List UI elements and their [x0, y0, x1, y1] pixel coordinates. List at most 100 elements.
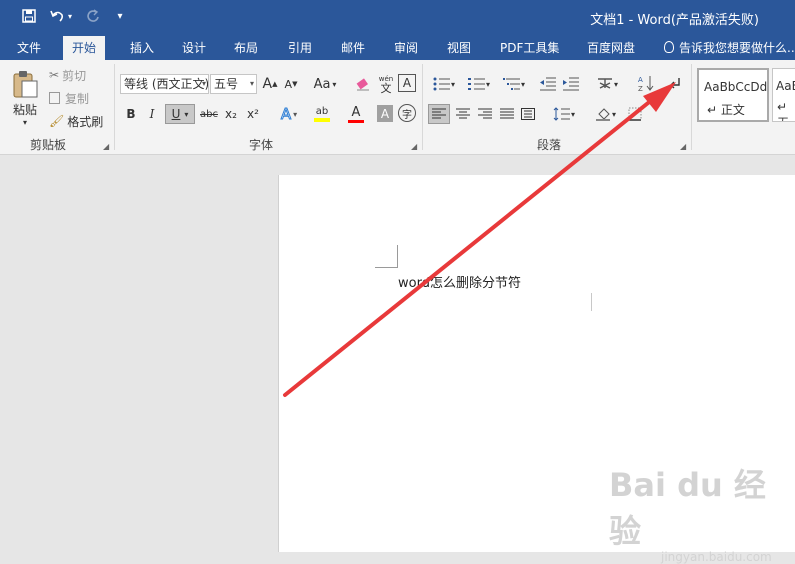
- borders-icon: [628, 107, 642, 121]
- highlight-color-button[interactable]: ab: [307, 104, 337, 124]
- sort-icon: AZ: [638, 76, 654, 92]
- redo-button[interactable]: [82, 4, 104, 28]
- shrink-font-icon: A: [284, 77, 293, 91]
- tab-layout[interactable]: 布局: [234, 39, 258, 56]
- align-left-button[interactable]: [428, 104, 450, 124]
- paragraph-launcher-icon[interactable]: ◢: [680, 142, 686, 151]
- chinese-layout-button[interactable]: ▾: [592, 74, 622, 94]
- customize-toolbar-button[interactable]: ▾: [112, 4, 128, 28]
- pinyin-bottom: 文: [380, 82, 392, 95]
- show-hide-marks-button[interactable]: [664, 72, 686, 94]
- style-no-spacing[interactable]: AaB ↵ 无: [772, 68, 795, 122]
- distributed-icon: [521, 108, 535, 120]
- bold-icon: B: [126, 107, 136, 121]
- chevron-down-icon: ▾: [293, 109, 298, 119]
- shading-button[interactable]: ▾: [591, 104, 621, 124]
- clear-formatting-button[interactable]: [354, 74, 372, 94]
- character-border-icon: A: [402, 76, 412, 90]
- bold-button[interactable]: B: [124, 104, 138, 124]
- tab-review[interactable]: 审阅: [394, 39, 418, 56]
- chevron-down-icon: ▾: [613, 79, 618, 89]
- font-color-icon: A: [351, 104, 361, 120]
- borders-button[interactable]: [624, 104, 646, 124]
- font-color-button[interactable]: A: [341, 104, 371, 124]
- tab-design[interactable]: 设计: [182, 39, 206, 56]
- sort-button[interactable]: AZ: [636, 72, 656, 94]
- paste-label: 粘贴: [12, 103, 37, 117]
- change-case-label: Aa: [313, 76, 331, 92]
- tab-baidu-netdisk[interactable]: 百度网盘: [587, 39, 635, 56]
- baidu-watermark: Bai du 经验 jingyan.baidu.com: [609, 460, 795, 564]
- paintbrush-icon: 🖌: [49, 114, 65, 128]
- paste-button[interactable]: 粘贴 ▾: [6, 66, 44, 130]
- tab-file[interactable]: 文件: [17, 39, 41, 56]
- tab-insert[interactable]: 插入: [130, 39, 154, 56]
- lightbulb-icon: [664, 41, 674, 53]
- text-effects-button[interactable]: A ▾: [275, 104, 303, 124]
- style-preview: AaB: [776, 79, 795, 93]
- group-divider: [691, 64, 692, 150]
- format-painter-button[interactable]: 🖌 格式刷: [49, 112, 103, 130]
- tab-references[interactable]: 引用: [288, 39, 312, 56]
- style-normal[interactable]: AaBbCcDd ↵ 正文: [697, 68, 769, 122]
- document-text[interactable]: word怎么删除分节符: [398, 272, 521, 291]
- enclose-characters-icon: 字: [402, 109, 412, 121]
- italic-button[interactable]: I: [145, 104, 159, 124]
- justify-button[interactable]: [497, 104, 517, 124]
- document-page[interactable]: word怎么删除分节符 Bai du 经验 jingyan.baidu.com: [278, 175, 795, 564]
- undo-button[interactable]: ▾: [46, 4, 76, 28]
- font-size-value: 五号: [214, 77, 239, 91]
- tell-me-box[interactable]: 告诉我您想要做什么...: [664, 39, 795, 56]
- tab-pdf-tools[interactable]: PDF工具集: [500, 39, 559, 56]
- clipboard-group-label: 剪贴板: [30, 138, 67, 152]
- decrease-indent-button[interactable]: [538, 74, 558, 94]
- tab-home[interactable]: 开始: [63, 36, 106, 60]
- paste-dropdown-icon: ▾: [22, 118, 27, 127]
- chevron-down-icon: ▾: [201, 79, 206, 88]
- undo-dropdown-icon[interactable]: ▾: [68, 12, 72, 21]
- cut-button[interactable]: ✂ 剪切: [49, 66, 86, 84]
- change-case-button[interactable]: Aa ▾: [309, 74, 341, 94]
- chevron-down-icon: ▾: [611, 109, 616, 119]
- subscript-button[interactable]: x₂: [223, 104, 239, 124]
- chevron-down-icon: ▾: [117, 10, 123, 22]
- copy-button[interactable]: 复制: [49, 89, 89, 107]
- align-center-icon: [456, 108, 470, 119]
- phonetic-guide-button[interactable]: wén 文: [376, 72, 396, 96]
- chevron-down-icon: ▾: [520, 79, 525, 89]
- increase-indent-button[interactable]: [561, 74, 581, 94]
- superscript-button[interactable]: x²: [245, 104, 261, 124]
- chevron-down-icon: ▾: [332, 79, 337, 89]
- text-effects-icon: A: [280, 105, 292, 124]
- align-right-icon: [478, 108, 492, 119]
- format-painter-label: 格式刷: [67, 114, 104, 129]
- enclose-characters-button[interactable]: 字: [398, 104, 416, 122]
- line-spacing-icon: [553, 107, 570, 121]
- multilevel-list-button[interactable]: ▾: [498, 74, 530, 94]
- multilevel-list-icon: [502, 78, 520, 90]
- line-spacing-button[interactable]: ▾: [548, 104, 580, 124]
- character-border-button[interactable]: A: [398, 74, 416, 92]
- underline-button[interactable]: U ▾: [165, 104, 195, 124]
- bullets-button[interactable]: ▾: [428, 74, 460, 94]
- font-name-combo[interactable]: 等线 (西文正文) ▾: [120, 74, 209, 94]
- align-right-button[interactable]: [475, 104, 495, 124]
- font-size-combo[interactable]: 五号 ▾: [210, 74, 257, 94]
- copy-label: 复制: [65, 91, 90, 106]
- paint-bucket-icon: [595, 108, 610, 121]
- font-launcher-icon[interactable]: ◢: [411, 142, 417, 151]
- align-center-button[interactable]: [453, 104, 473, 124]
- tab-view[interactable]: 视图: [447, 39, 471, 56]
- style-label: ↵ 正文: [707, 103, 745, 117]
- strikethrough-button[interactable]: abc: [199, 104, 219, 124]
- subscript-icon: x₂: [225, 107, 237, 121]
- numbering-button[interactable]: ▾: [463, 74, 495, 94]
- save-button[interactable]: [18, 4, 40, 28]
- tab-mailings[interactable]: 邮件: [341, 39, 365, 56]
- clipboard-launcher-icon[interactable]: ◢: [103, 142, 109, 151]
- grow-font-button[interactable]: A ▲: [262, 74, 278, 94]
- shrink-font-button[interactable]: A ▼: [283, 74, 299, 94]
- chevron-down-icon: ▾: [570, 109, 575, 119]
- character-shading-button[interactable]: A: [377, 105, 393, 122]
- distributed-button[interactable]: [518, 104, 538, 124]
